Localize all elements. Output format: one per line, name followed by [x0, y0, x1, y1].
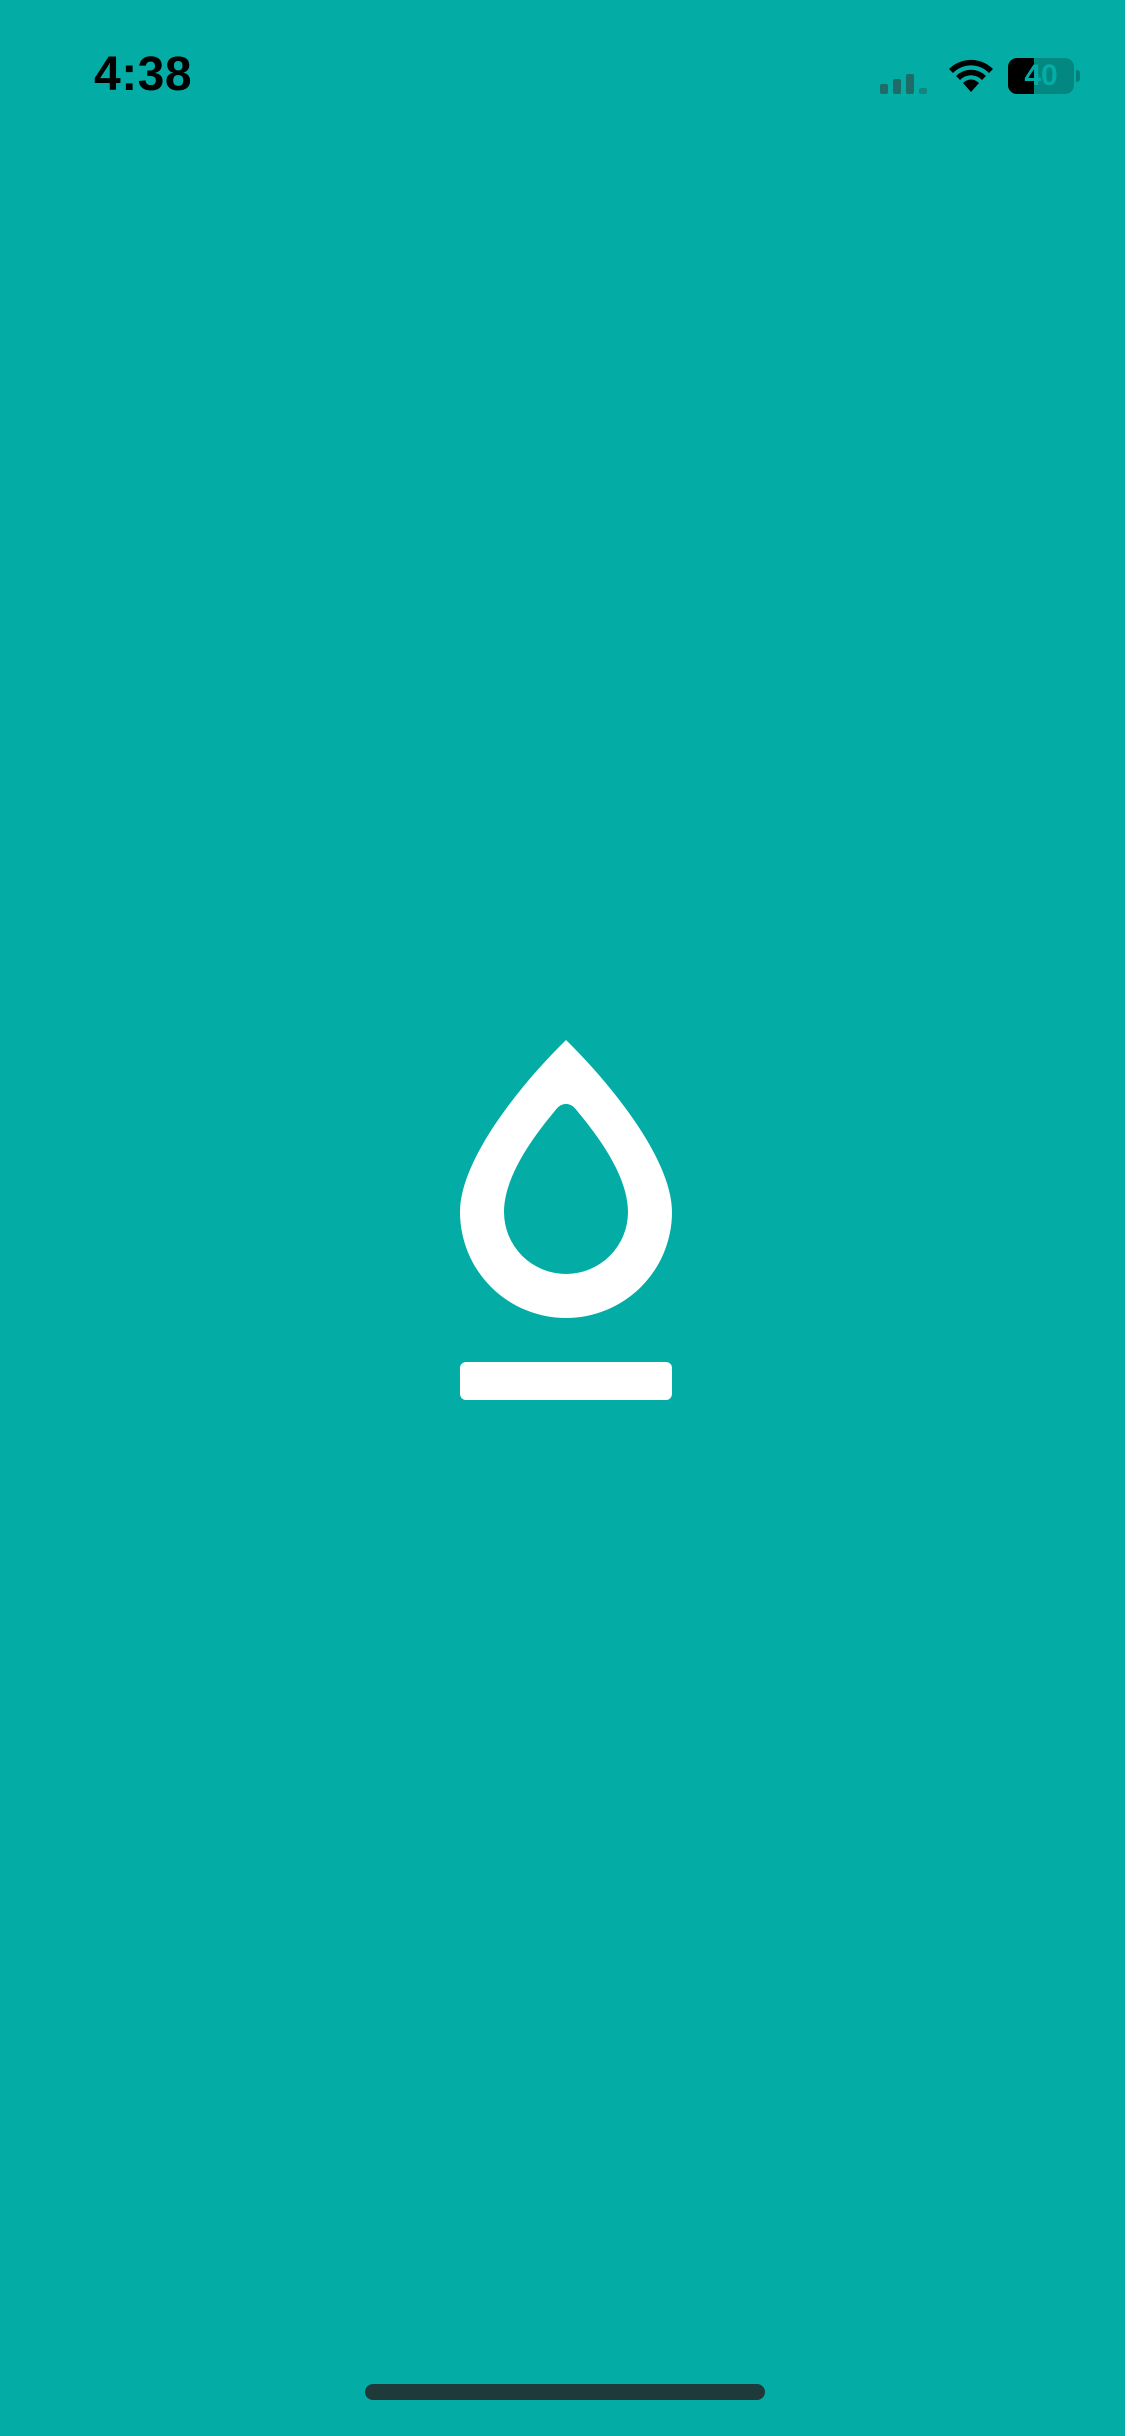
status-bar: 4:38 40	[0, 0, 1125, 140]
status-time: 4:38	[94, 48, 193, 101]
splash-screen: 4:38 40	[0, 0, 1125, 2436]
battery-level: 40	[1024, 59, 1058, 92]
wifi-icon	[949, 59, 993, 92]
battery-icon: 40	[1008, 58, 1080, 94]
cellular-signal-icon	[880, 74, 927, 94]
battery-cap	[1076, 70, 1080, 82]
water-drop-logo-icon	[460, 1040, 672, 1400]
home-indicator[interactable]	[365, 2384, 765, 2400]
battery-body: 40	[1008, 58, 1074, 94]
